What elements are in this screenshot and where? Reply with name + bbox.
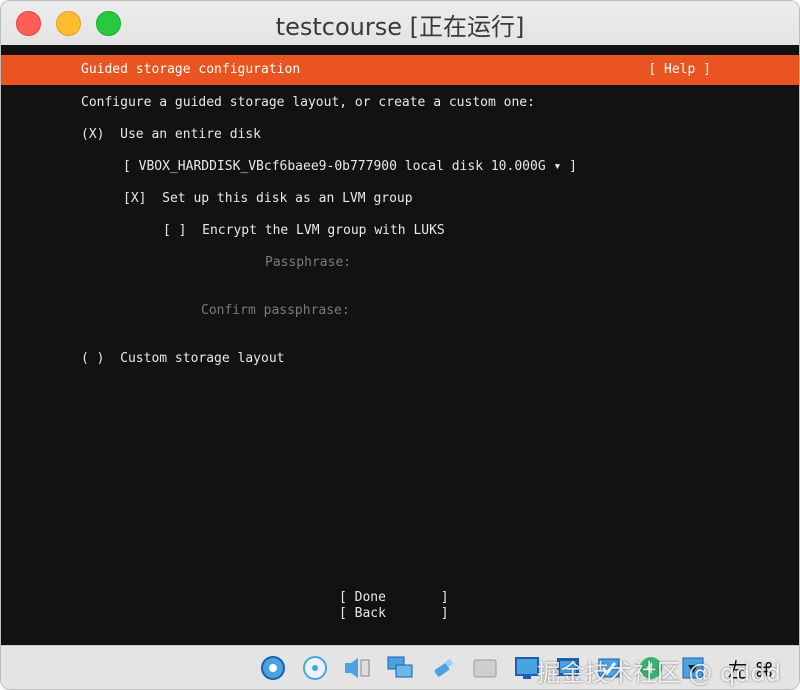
installer-header: Guided storage configuration [ Help ] bbox=[1, 55, 799, 85]
network-icon[interactable] bbox=[386, 654, 414, 682]
vm-window: testcourse [正在运行] Guided storage configu… bbox=[0, 0, 800, 690]
installer-screen: Guided storage configuration [ Help ] Co… bbox=[1, 45, 799, 645]
done-button[interactable]: [ Done ] bbox=[339, 590, 449, 606]
entire-disk-radio[interactable]: (X) Use an entire disk bbox=[81, 127, 261, 142]
window-title: testcourse [正在运行] bbox=[275, 13, 525, 41]
action-buttons: [ Done ] [ Back ] bbox=[339, 590, 449, 622]
passphrase-field: Passphrase: bbox=[265, 255, 352, 270]
confirm-passphrase-field: Confirm passphrase: bbox=[201, 303, 350, 318]
help-button[interactable]: [ Help ] bbox=[648, 62, 711, 77]
audio-icon[interactable] bbox=[343, 654, 371, 682]
watermark: 掘金技术社区 @ qddd bbox=[536, 659, 781, 687]
luks-checkbox[interactable]: [ ] Encrypt the LVM group with LUKS bbox=[163, 223, 445, 238]
lvm-checkbox[interactable]: [X] Set up this disk as an LVM group bbox=[123, 191, 413, 206]
disk-select-dropdown[interactable]: [ VBOX_HARDDISK_VBcf6baee9-0b777900 loca… bbox=[123, 159, 577, 174]
shared-folder-icon[interactable] bbox=[471, 654, 499, 682]
back-button[interactable]: [ Back ] bbox=[339, 606, 449, 622]
page-title: Guided storage configuration bbox=[81, 62, 301, 77]
optical-disk-icon[interactable] bbox=[301, 654, 329, 682]
title-bar[interactable]: testcourse [正在运行] bbox=[1, 1, 799, 45]
custom-layout-radio[interactable]: ( ) Custom storage layout bbox=[81, 351, 285, 366]
intro-text: Configure a guided storage layout, or cr… bbox=[81, 95, 535, 110]
hard-disk-icon[interactable] bbox=[259, 654, 287, 682]
usb-icon[interactable] bbox=[429, 654, 457, 682]
